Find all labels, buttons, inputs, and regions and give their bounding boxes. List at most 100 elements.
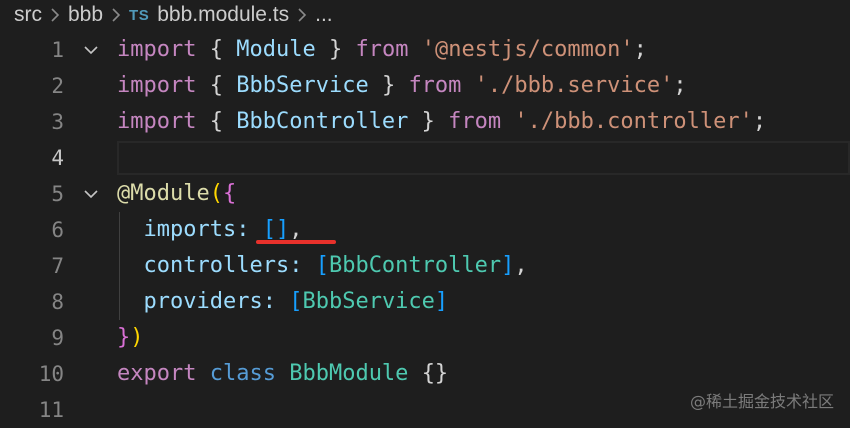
code-line[interactable]: 4 [0,140,850,176]
code-token: imports [143,217,237,242]
annotation-underline [256,240,336,244]
code-token: export [117,361,197,386]
code-line[interactable]: 2 import { BbbService } from './bbb.servi… [0,68,850,104]
code-token: import [117,109,197,134]
line-number: 10 [38,362,64,386]
line-number: 5 [51,182,64,206]
code-token: from [408,73,462,98]
code-text: controllers: [BbbController], [117,248,528,284]
code-line[interactable]: 7 controllers: [BbbController], [0,248,850,284]
chevron-right-icon [50,7,60,23]
code-token: { [209,73,223,98]
code-token: Module [236,37,316,62]
code-text: @Module({ [117,176,236,212]
code-token: ) [130,325,144,350]
code-token: BbbService [236,73,369,98]
chevron-right-icon [111,7,121,23]
code-token: ] [501,253,515,278]
code-token: [ [289,289,303,314]
typescript-file-icon: TS [129,6,150,24]
code-token: , [289,217,303,242]
code-token: import [117,37,197,62]
code-line[interactable]: 1 import { Module } from '@nestjs/common'… [0,32,850,68]
breadcrumb-symbols[interactable]: ... [315,3,333,27]
chevron-down-icon[interactable] [82,185,100,203]
chevron-down-icon[interactable] [82,41,100,59]
breadcrumb-src[interactable]: src [14,3,42,27]
code-token: controllers [143,253,290,278]
code-text: }) [117,320,144,356]
code-token: ] [434,289,449,314]
code-token: BbbController [236,109,409,134]
line-number: 7 [51,254,64,278]
code-text: export class BbbModule {} [117,356,448,392]
line-number: 4 [51,146,64,170]
code-token: ; [633,37,647,62]
code-text: import { BbbService } from './bbb.servic… [117,68,687,104]
code-token: ; [752,109,767,134]
code-token: from [355,37,409,62]
code-line[interactable]: 8 providers: [BbbService] [0,284,850,320]
code-line[interactable]: 9}) [0,320,850,356]
code-line[interactable]: 6 imports: [], [0,212,850,248]
code-text: import { Module } from '@nestjs/common'; [117,32,647,68]
code-token: , [514,253,528,278]
code-token: ( [209,181,223,206]
code-token: : [289,253,303,278]
chevron-right-icon [297,7,307,23]
code-token: { [222,181,237,206]
code-token: } [117,325,131,350]
line-number: 2 [51,74,64,98]
line-number: 3 [51,110,64,134]
watermark: @稀土掘金技术社区 [689,392,834,411]
code-token: './bbb.controller' [514,109,753,134]
code-token: import [117,73,197,98]
code-token: '@nestjs/common' [421,37,634,62]
breadcrumb-bbb[interactable]: bbb [68,3,103,27]
code-token: [ [315,253,329,278]
line-number: 9 [51,326,64,350]
code-line[interactable]: 5 @Module({ [0,176,850,212]
code-token: BbbModule [289,361,409,386]
line-number: 11 [38,398,64,422]
code-token: ; [673,73,687,98]
code-token: BbbService [302,289,435,314]
code-line[interactable]: 3 import { BbbController } from './bbb.co… [0,104,850,140]
code-line[interactable]: 10 export class BbbModule {} [0,356,850,392]
indent-guide [119,212,120,320]
code-token: } [328,37,343,62]
code-token: {} [421,361,449,386]
code-token: } [381,73,396,98]
breadcrumb: src bbb TS bbb.module.ts ... [0,0,850,30]
breadcrumb-file[interactable]: bbb.module.ts [157,3,289,27]
code-token: { [209,109,223,134]
code-text: import { BbbController } from './bbb.con… [117,104,766,140]
current-line-highlight [117,141,850,175]
code-token: : [236,217,250,242]
code-token: BbbController [328,253,502,278]
code-token: { [209,37,223,62]
code-token: Module [130,181,210,206]
code-token: from [448,109,502,134]
code-token: class [209,361,276,386]
code-token: @ [117,181,131,206]
code-token: : [262,289,276,314]
